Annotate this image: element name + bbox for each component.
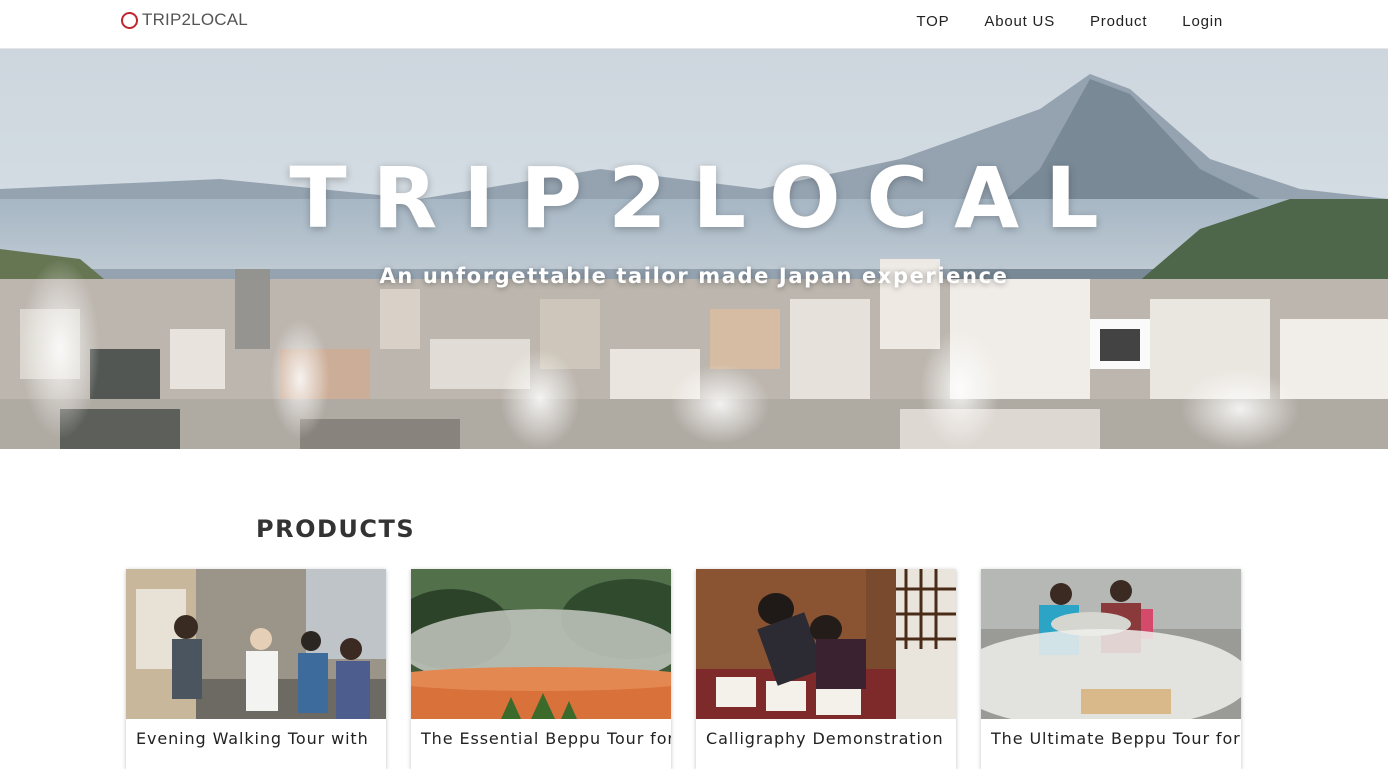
product-card[interactable]: Evening Walking Tour with [126, 569, 386, 769]
product-card[interactable]: The Essential Beppu Tour for [411, 569, 671, 769]
product-title: The Ultimate Beppu Tour for [991, 729, 1241, 748]
hero-title: TRIP2LOCAL [289, 149, 1125, 247]
nav-about-us[interactable]: About US [984, 13, 1055, 30]
main-nav: TOP About US Product Login [916, 13, 1223, 30]
nav-product[interactable]: Product [1090, 13, 1147, 30]
hero-subtitle: An unforgettable tailor made Japan exper… [379, 264, 1009, 288]
product-image-calligraphy [696, 569, 956, 719]
product-image-steam-cooking [981, 569, 1241, 719]
product-card[interactable]: The Ultimate Beppu Tour for [981, 569, 1241, 769]
product-title: Evening Walking Tour with [136, 729, 369, 748]
top-navigation-bar: TRIP2LOCAL TOP About US Product Login [0, 0, 1388, 49]
hero-banner: TRIP2LOCAL An unforgettable tailor made … [0, 49, 1388, 449]
product-title: Calligraphy Demonstration [706, 729, 944, 748]
nav-login[interactable]: Login [1182, 13, 1223, 30]
product-card[interactable]: Calligraphy Demonstration [696, 569, 956, 769]
product-image-walking-tour [126, 569, 386, 719]
logo-ring-icon [121, 11, 138, 29]
site-logo[interactable]: TRIP2LOCAL [121, 10, 248, 30]
products-heading: PRODUCTS [256, 515, 416, 543]
product-card-list: Evening Walking Tour with The Essential … [126, 569, 1241, 769]
nav-top[interactable]: TOP [916, 13, 949, 30]
hero-background-image [0, 49, 1388, 449]
product-title: The Essential Beppu Tour for [421, 729, 671, 748]
product-image-hells-tour [411, 569, 671, 719]
logo-text: TRIP2LOCAL [142, 10, 248, 29]
